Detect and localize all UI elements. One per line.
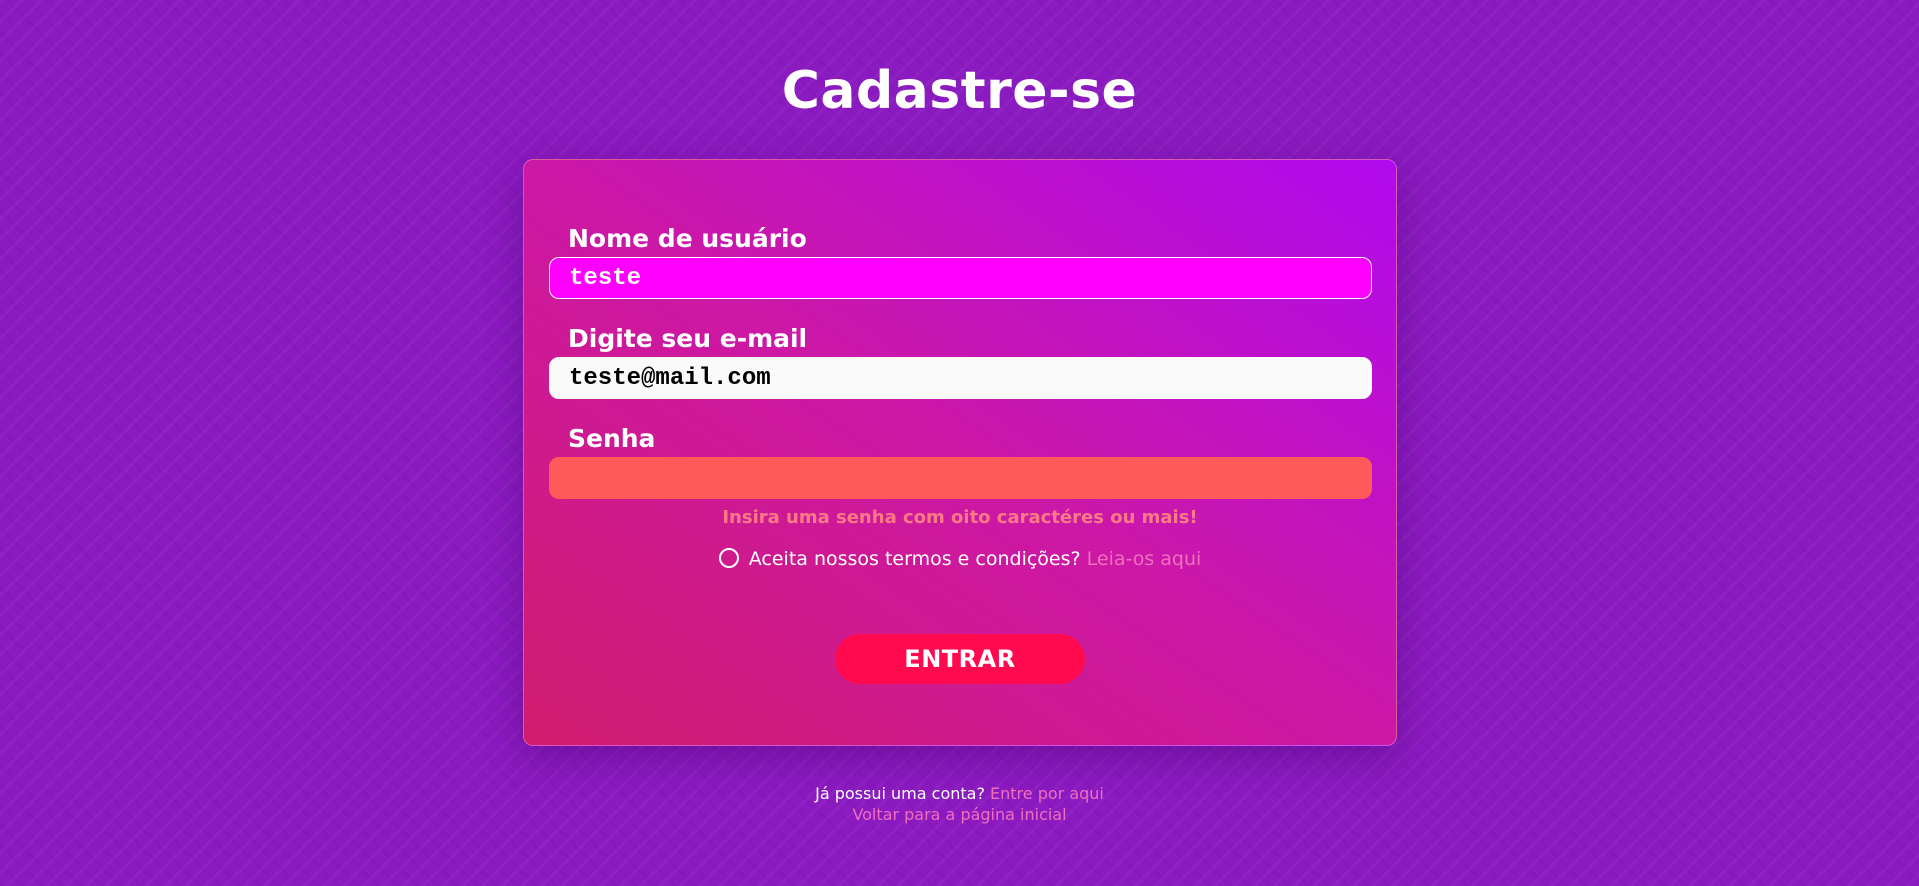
email-input[interactable] bbox=[549, 357, 1372, 399]
terms-question: Aceita nossos termos e condições? bbox=[748, 548, 1081, 570]
email-label: Digite seu e-mail bbox=[568, 324, 808, 353]
password-error-message: Insira uma senha com oito caractéres ou … bbox=[722, 507, 1198, 528]
terms-row: Aceita nossos termos e condições? Leia-o… bbox=[524, 546, 1396, 572]
login-prompt-text: Já possui uma conta? bbox=[815, 784, 985, 803]
signup-form: Nome de usuário Digite seu e-mail Senha … bbox=[523, 159, 1397, 746]
home-link[interactable]: Voltar para a página inicial bbox=[0, 804, 1919, 825]
footer: Já possui uma conta? Entre por aqui Volt… bbox=[0, 783, 1919, 825]
username-input[interactable] bbox=[549, 257, 1372, 299]
terms-link[interactable]: Leia-os aqui bbox=[1087, 548, 1202, 570]
terms-radio[interactable] bbox=[718, 548, 739, 568]
submit-button[interactable]: ENTRAR bbox=[835, 634, 1085, 684]
login-prompt-line: Já possui uma conta? Entre por aqui bbox=[0, 783, 1919, 804]
password-label: Senha bbox=[568, 424, 656, 453]
page-title: Cadastre-se bbox=[781, 61, 1138, 121]
username-label: Nome de usuário bbox=[568, 224, 807, 253]
password-input[interactable] bbox=[549, 457, 1372, 499]
login-link[interactable]: Entre por aqui bbox=[990, 784, 1104, 803]
